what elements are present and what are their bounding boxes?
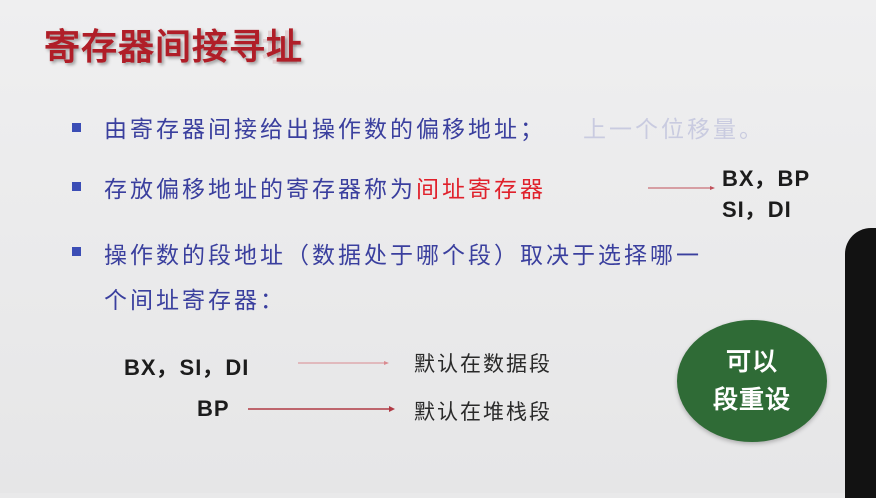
bullet-marker-3 [72, 247, 81, 256]
bullet-marker-2 [72, 182, 81, 191]
bullet-1-text: 由寄存器间接给出操作数的偏移地址； [104, 117, 546, 143]
bullet-1-faded-text: 上一个位移量。 [583, 117, 765, 143]
mapping-segment-1: 默认在数据段 [414, 352, 552, 376]
bullet-3-line1: 操作数的段地址（数据处于哪个段）取决于选择哪一 [104, 243, 702, 269]
presenter-silhouette [845, 228, 876, 498]
bullet-marker-1 [72, 123, 81, 132]
arrow-icon [648, 186, 715, 190]
register-pair-2: SI，DI [722, 197, 792, 222]
badge-line-2: 段重设 [712, 385, 791, 414]
arrow-icon [248, 406, 395, 412]
bullet-2-highlight: 间址寄存器 [416, 177, 546, 203]
arrow-icon [298, 361, 389, 365]
bullet-2-text: 存放偏移地址的寄存器称为间址寄存器 [104, 170, 546, 204]
mapping-regs-2: BP [197, 396, 230, 421]
register-pair-1: BX，BP [722, 166, 811, 191]
bullet-3-line2: 个间址寄存器： [104, 288, 286, 314]
badge-line-1: 可以 [725, 347, 778, 376]
slide-title: 寄存器间接寻址 [44, 27, 304, 68]
slide: 址 寄存器间接寻址 由寄存器间接给出操作数的偏移地址； 上一个位移量。 存放偏移… [0, 0, 876, 498]
bullet-2-text-before: 存放偏移地址的寄存器称为 [104, 177, 416, 203]
segment-override-badge: 可以 段重设 [677, 320, 827, 442]
mapping-segment-2: 默认在堆栈段 [414, 400, 552, 424]
mapping-regs-1: BX，SI，DI [124, 355, 250, 380]
